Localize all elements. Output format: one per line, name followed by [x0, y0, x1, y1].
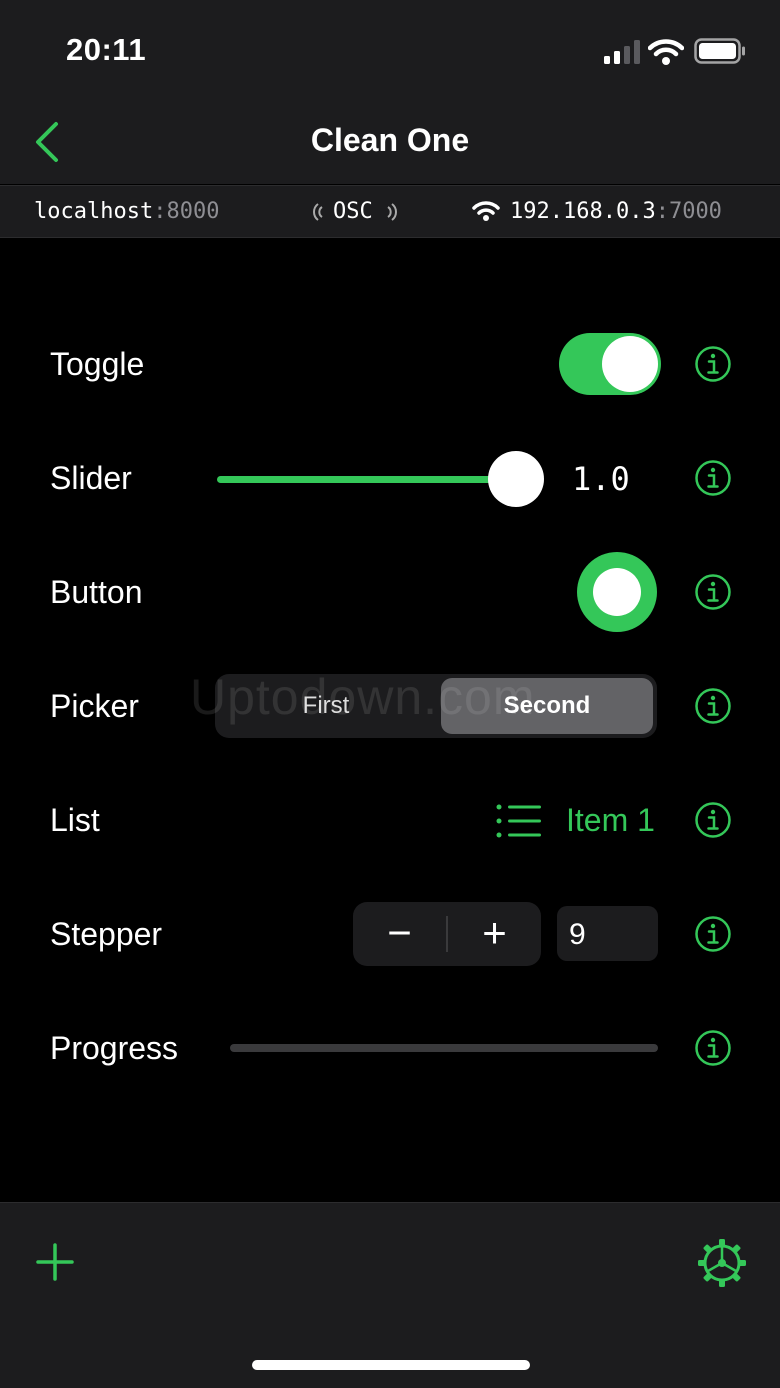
stepper-info-icon[interactable] — [694, 915, 732, 953]
plus-icon[interactable] — [36, 1243, 74, 1281]
stepper-value: 9 — [569, 918, 586, 951]
wifi-icon — [472, 201, 500, 221]
stepper: − + — [353, 902, 541, 966]
watermark: Uptodown.com — [190, 669, 536, 725]
connection-bar: localhost:8000 OSC 192.168.0.3:7000 — [0, 185, 780, 238]
list-bullet-icon[interactable] — [496, 803, 542, 839]
status-time: 20:11 — [66, 32, 147, 67]
broadcast-left-icon — [313, 203, 323, 221]
button-info-icon[interactable] — [694, 573, 732, 611]
slider-thumb[interactable] — [488, 451, 544, 507]
toggle-label: Toggle — [50, 346, 145, 382]
remote-port: :7000 — [655, 199, 722, 224]
local-port: :8000 — [153, 199, 220, 224]
picker-info-icon[interactable] — [694, 687, 732, 725]
navigation-bar: Clean One — [0, 100, 780, 184]
remote-address: 192.168.0.3:7000 — [510, 199, 722, 224]
toggle-info-icon[interactable] — [694, 345, 732, 383]
stepper-increment-button[interactable]: + — [448, 902, 541, 966]
list-info-icon[interactable] — [694, 801, 732, 839]
progress-info-icon[interactable] — [694, 1029, 732, 1067]
wifi-icon — [648, 39, 684, 65]
list-label: List — [50, 802, 100, 838]
slider-info-icon[interactable] — [694, 459, 732, 497]
local-host: localhost — [34, 199, 154, 224]
list-selected-value[interactable]: Item 1 — [566, 802, 655, 839]
cellular-signal-icon — [604, 40, 640, 64]
battery-icon — [694, 38, 745, 64]
picker-label: Picker — [50, 688, 139, 724]
stepper-value-field[interactable]: 9 — [557, 906, 658, 961]
slider-label: Slider — [50, 460, 132, 496]
progress-label: Progress — [50, 1030, 179, 1066]
button-label: Button — [50, 574, 143, 610]
protocol-label: OSC — [333, 199, 373, 224]
home-indicator — [252, 1360, 530, 1370]
local-address: localhost:8000 — [34, 199, 219, 224]
progress-bar — [230, 1044, 658, 1052]
toggle-knob — [602, 336, 658, 392]
stepper-decrement-button[interactable]: − — [353, 902, 446, 966]
remote-host: 192.168.0.3 — [510, 199, 656, 224]
broadcast-right-icon — [387, 203, 397, 221]
stepper-label: Stepper — [50, 916, 163, 952]
slider-value: 1.0 — [572, 460, 630, 498]
gear-icon[interactable] — [697, 1238, 747, 1288]
trigger-button-inner — [593, 568, 641, 616]
page-title: Clean One — [310, 122, 470, 158]
slider-track[interactable] — [217, 476, 517, 483]
toggle-switch[interactable] — [559, 333, 661, 395]
status-bar: 20:11 — [0, 0, 780, 100]
trigger-button[interactable] — [577, 552, 657, 632]
